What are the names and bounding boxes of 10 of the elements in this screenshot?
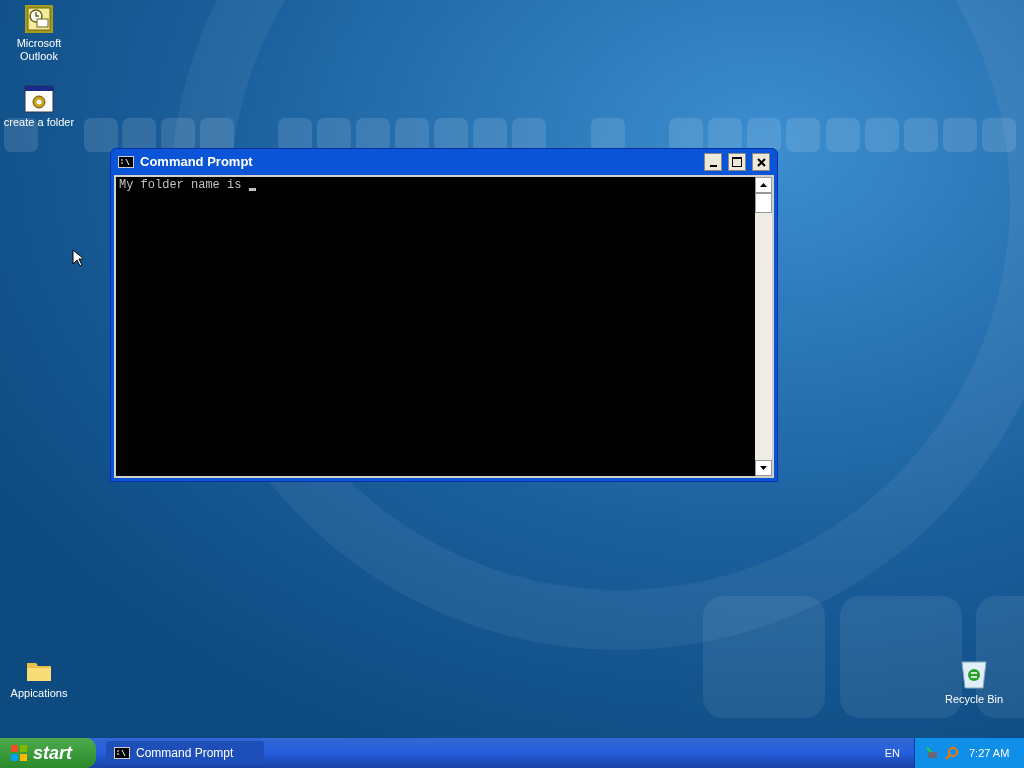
- window-title: Command Prompt: [140, 153, 254, 172]
- desktop-icon-label[interactable]: Recycle Bin: [943, 693, 1005, 706]
- start-button[interactable]: start: [0, 738, 96, 768]
- desktop-icon-label[interactable]: create a folder: [2, 116, 76, 129]
- language-indicator[interactable]: EN: [884, 744, 900, 762]
- desktop-icon-label[interactable]: Microsoft Outlook: [0, 37, 79, 63]
- taskbar-button[interactable]: Command Prompt: [106, 741, 264, 765]
- console-text: My folder name is: [119, 178, 243, 192]
- desktop-icon-label[interactable]: Appications: [9, 687, 69, 700]
- clock: 7:27 AM: [969, 745, 1010, 761]
